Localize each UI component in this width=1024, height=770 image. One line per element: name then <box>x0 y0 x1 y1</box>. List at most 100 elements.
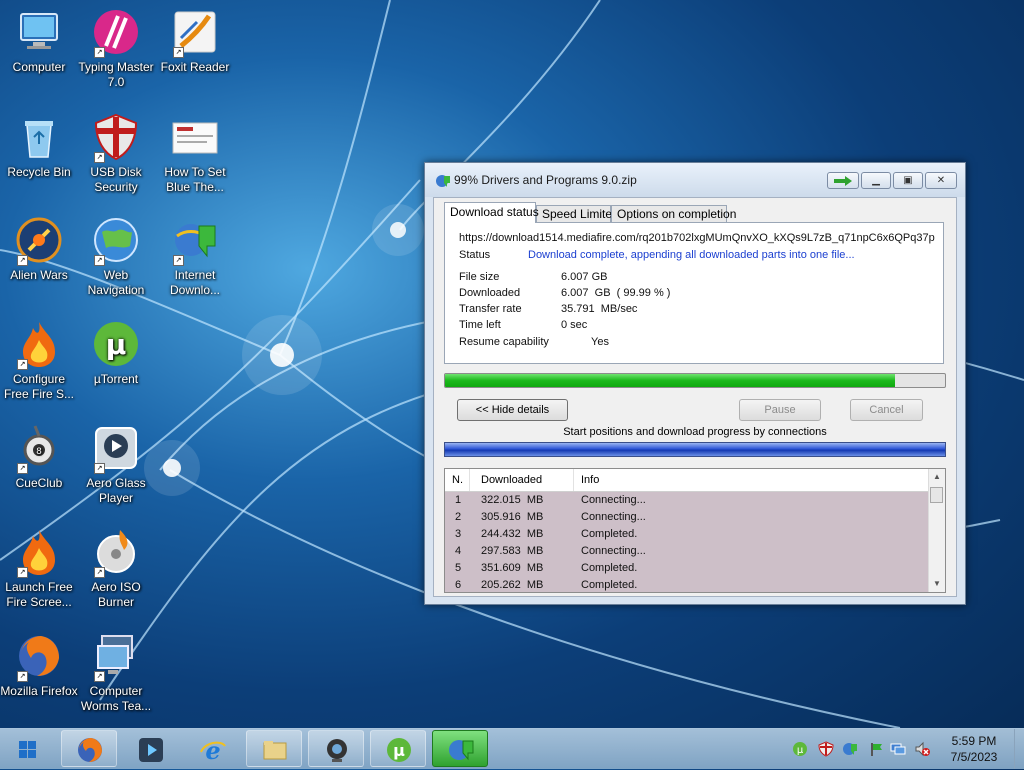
cell-number: 4 <box>455 545 462 557</box>
desktop-icon-internet-download-manager[interactable]: ↗ Internet Downlo... <box>156 216 234 298</box>
internet-explorer-icon: e <box>200 736 226 764</box>
maximize-button[interactable]: ▣ <box>893 172 923 189</box>
desktop-icon-computer-worms[interactable]: ↗ Computer Worms Tea... <box>77 632 155 714</box>
cell-downloaded: 322.015 MB <box>481 494 544 506</box>
field-label: Resume capability <box>459 336 549 348</box>
desktop-icon-recycle-bin[interactable]: Recycle Bin <box>0 113 78 180</box>
taskbar-firefox[interactable] <box>61 730 117 767</box>
desktop-icon-aero-glass-player[interactable]: ↗ Aero Glass Player <box>77 424 155 506</box>
hide-details-button[interactable]: << Hide details <box>457 399 568 421</box>
table-row[interactable]: 5 351.609 MB Completed. <box>445 560 929 577</box>
desktop-icon-aero-iso-burner[interactable]: ↗ Aero ISO Burner <box>77 528 155 610</box>
desktop-icon-label: Foxit Reader <box>160 60 230 74</box>
taskbar-file-explorer[interactable] <box>246 730 302 767</box>
taskbar-clock[interactable]: 5:59 PM 7/5/2023 <box>942 733 1006 765</box>
show-desktop-button[interactable] <box>1014 729 1024 769</box>
status-row: Status Download complete, appending all … <box>459 249 939 263</box>
column-divider <box>469 469 470 491</box>
taskbar-media-player[interactable] <box>122 730 178 767</box>
window-title: 99% Drivers and Programs 9.0.zip <box>454 173 637 187</box>
desktop-icon-usb-disk-security[interactable]: ↗ USB Disk Security <box>77 113 155 195</box>
download-progress-bar <box>444 373 946 388</box>
cell-info: Completed. <box>581 579 638 591</box>
download-window: 99% Drivers and Programs 9.0.zip ▁ ▣ ✕ D… <box>424 162 966 605</box>
cell-info: Connecting... <box>581 511 646 523</box>
taskbar-utorrent[interactable]: µ <box>370 730 426 767</box>
desktop-icon-label: Typing Master 7.0 <box>78 60 154 89</box>
pause-button[interactable]: Pause <box>739 399 821 421</box>
table-row[interactable]: 3 244.432 MB Completed. <box>445 526 929 543</box>
desktop-icon-foxit-reader[interactable]: ↗ Foxit Reader <box>156 8 234 75</box>
firefox-icon <box>78 738 102 762</box>
minimize-button[interactable]: ▁ <box>861 172 891 189</box>
file-explorer-icon <box>263 741 287 760</box>
desktop-icon-alien-wars[interactable]: ↗ Alien Wars <box>0 216 78 283</box>
connections-scrollbar[interactable]: ▲ ▼ <box>928 469 945 592</box>
desktop-icon-web-navigation[interactable]: ↗ Web Navigation <box>77 216 155 298</box>
arrow-right-icon <box>834 176 852 186</box>
download-progress-fill <box>445 374 895 387</box>
svg-text:µ: µ <box>393 741 405 760</box>
window-client: Download status Speed Limiter Options on… <box>433 197 957 597</box>
desktop-icon-typing-master[interactable]: ↗ Typing Master 7.0 <box>77 8 155 90</box>
taskbar-internet-explorer[interactable]: e <box>184 730 240 767</box>
desktop-icon-cueclub[interactable]: 8 ↗ CueClub <box>0 424 78 491</box>
table-row[interactable]: 2 305.916 MB Connecting... <box>445 509 929 526</box>
desktop-icon-label: µTorrent <box>93 372 139 386</box>
column-header-number[interactable]: N. <box>452 474 463 486</box>
cell-downloaded: 305.916 MB <box>481 511 544 523</box>
volume-muted-icon[interactable] <box>914 741 930 757</box>
table-row[interactable]: 4 297.583 MB Connecting... <box>445 543 929 560</box>
close-button[interactable]: ✕ <box>925 172 957 189</box>
field-value: 35.791 MB/sec <box>561 303 638 315</box>
taskbar-webcam[interactable] <box>308 730 364 767</box>
desktop-icon-label: How To Set Blue The... <box>164 165 226 194</box>
clock-date: 7/5/2023 <box>950 750 998 764</box>
download-url: https://download1514.mediafire.com/rq201… <box>459 232 935 244</box>
table-row[interactable]: 6 205.262 MB Completed. <box>445 577 929 592</box>
desktop-icon-label: Computer Worms Tea... <box>80 684 152 713</box>
field-value: Yes <box>591 336 609 348</box>
cell-info: Completed. <box>581 528 638 540</box>
minimize-to-tray-button[interactable] <box>827 172 859 189</box>
flag-tray-icon[interactable] <box>868 741 884 757</box>
field-value: 6.007 GB ( 99.99 % ) <box>561 287 671 299</box>
scroll-thumb[interactable] <box>930 487 943 503</box>
desktop-icon-mozilla-firefox[interactable]: ↗ Mozilla Firefox <box>0 632 78 699</box>
scroll-up-icon[interactable]: ▲ <box>929 469 945 485</box>
desktop-icon-computer[interactable]: Computer <box>0 8 78 75</box>
cancel-button[interactable]: Cancel <box>850 399 923 421</box>
taskbar: e µ µ 5:59 PM 7/5/2023 <box>0 728 1024 769</box>
usb-security-tray-icon[interactable] <box>818 741 834 757</box>
connections-progress-bar <box>444 442 946 457</box>
network-tray-icon[interactable] <box>890 741 906 757</box>
field-label: Time left <box>459 319 501 331</box>
media-player-icon <box>139 738 163 762</box>
tab-options-on-completion[interactable]: Options on completion <box>611 205 736 222</box>
field-value: 0 sec <box>561 319 588 331</box>
desktop-icon-utorrent[interactable]: µ µTorrent <box>77 320 155 387</box>
taskbar-idm[interactable] <box>432 730 488 767</box>
desktop-icon-label: Configure Free Fire S... <box>3 372 74 401</box>
connections-list[interactable]: N. Downloaded Info 1 322.015 MB Connecti… <box>444 468 946 593</box>
field-label: Downloaded <box>459 287 521 299</box>
idm-tray-icon[interactable] <box>842 741 858 757</box>
column-header-downloaded[interactable]: Downloaded <box>481 474 542 486</box>
window-titlebar[interactable]: 99% Drivers and Programs 9.0.zip ▁ ▣ ✕ <box>425 163 965 197</box>
windows-start-icon <box>19 741 36 758</box>
utorrent-icon: µ <box>387 738 411 762</box>
column-header-info[interactable]: Info <box>581 474 599 486</box>
cell-number: 2 <box>455 511 462 523</box>
cell-number: 3 <box>455 528 462 540</box>
cell-downloaded: 297.583 MB <box>481 545 544 557</box>
utorrent-tray-icon[interactable]: µ <box>792 741 808 757</box>
desktop-icon-configure-free-fire[interactable]: ↗ Configure Free Fire S... <box>0 320 78 402</box>
table-row[interactable]: 1 322.015 MB Connecting... <box>445 492 929 509</box>
scroll-down-icon[interactable]: ▼ <box>929 576 945 592</box>
desktop-icon-label: Aero Glass Player <box>86 476 146 505</box>
tab-download-status[interactable]: Download status <box>444 202 539 223</box>
start-button[interactable] <box>7 734 49 766</box>
desktop-icon-how-to-set[interactable]: How To Set Blue The... <box>156 113 234 195</box>
desktop-icon-launch-free-fire[interactable]: ↗ Launch Free Fire Scree... <box>0 528 78 610</box>
tab-speed-limiter[interactable]: Speed Limiter <box>536 205 616 222</box>
